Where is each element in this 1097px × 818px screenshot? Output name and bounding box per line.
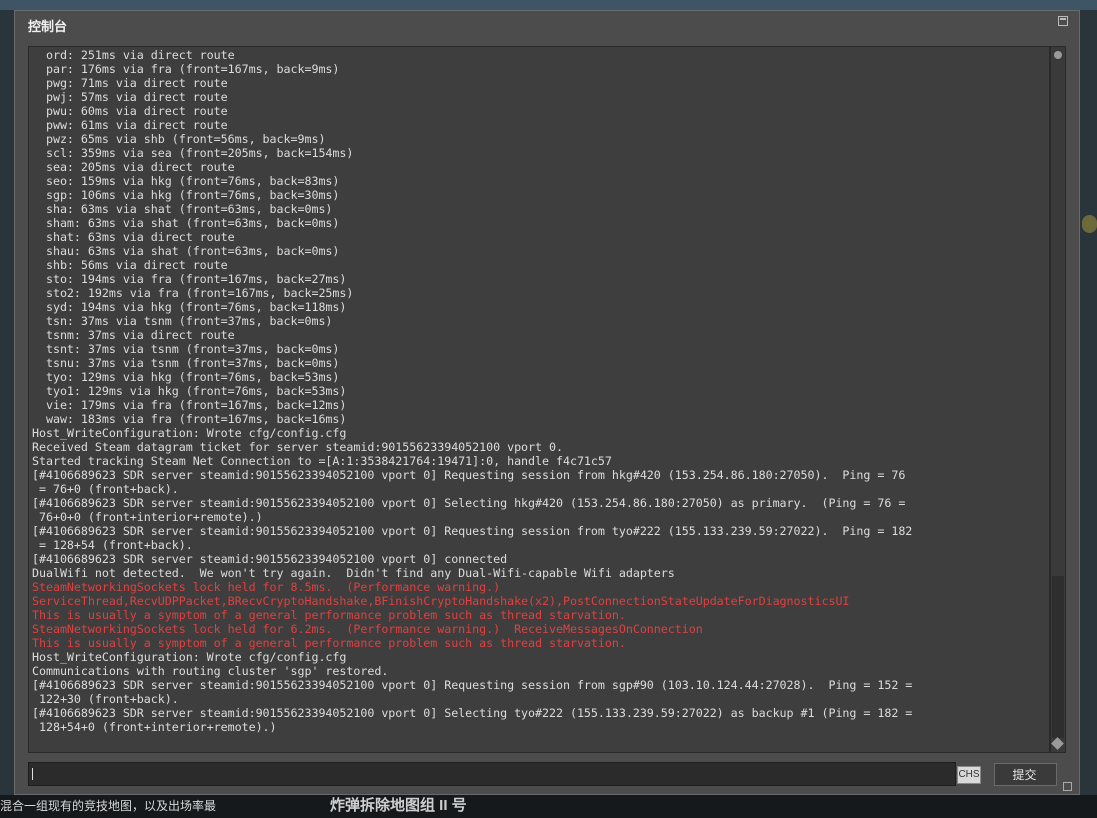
console-line: shau: 63ms via shat (front=63ms, back=0m… [32,244,340,258]
console-line: shb: 56ms via direct route [32,258,228,272]
scroll-down-icon[interactable] [1051,737,1064,750]
command-input[interactable] [28,762,956,786]
resize-grip-icon[interactable] [1063,782,1072,791]
console-line: [#4106689623 SDR server steamid:90155623… [32,468,906,482]
console-line: pwu: 60ms via direct route [32,104,228,118]
console-line-warning: SteamNetworkingSockets lock held for 6.2… [32,622,703,636]
console-line-warning: ServiceThread,RecvUDPPacket,BRecvCryptoH… [32,594,850,608]
console-line: sha: 63ms via shat (front=63ms, back=0ms… [32,202,333,216]
console-line: Communications with routing cluster 'sgp… [32,664,389,678]
console-lines: ord: 251ms via direct route par: 176ms v… [32,48,912,734]
console-line: sham: 63ms via shat (front=63ms, back=0m… [32,216,340,230]
scroll-thumb[interactable] [1052,575,1064,738]
console-line: tsnm: 37ms via direct route [32,328,235,342]
background-map-description: 混合一组现有的竞技地图，以及出场率最 [0,799,217,813]
console-line: sto2: 192ms via fra (front=167ms, back=2… [32,286,354,300]
background-top-strip [0,0,1097,10]
scroll-track[interactable] [1052,61,1064,738]
console-line: tyo1: 129ms via hkg (front=76ms, back=53… [32,384,347,398]
ime-indicator[interactable]: CHS [957,766,981,784]
console-line: syd: 194ms via hkg (front=76ms, back=118… [32,300,347,314]
console-line: Host_WriteConfiguration: Wrote cfg/confi… [32,426,347,440]
console-line: pww: 61ms via direct route [32,118,228,132]
console-line: [#4106689623 SDR server steamid:90155623… [32,524,913,538]
console-line-warning: This is usually a symptom of a general p… [32,608,626,622]
console-line: sea: 205ms via direct route [32,160,235,174]
console-line: par: 176ms via fra (front=167ms, back=9m… [32,62,340,76]
background-avatar [1082,215,1097,233]
console-line: = 76+0 (front+back). [32,482,179,496]
console-line: tyo: 129ms via hkg (front=76ms, back=53m… [32,370,340,384]
console-scrollbar[interactable] [1050,46,1066,753]
scroll-up-icon[interactable] [1054,51,1062,59]
console-line: sgp: 106ms via hkg (front=76ms, back=30m… [32,188,340,202]
text-caret [32,768,33,780]
console-line: [#4106689623 SDR server steamid:90155623… [32,706,913,720]
console-line: tsn: 37ms via tsnm (front=37ms, back=0ms… [32,314,333,328]
console-line: [#4106689623 SDR server steamid:90155623… [32,552,508,566]
console-line: [#4106689623 SDR server steamid:90155623… [32,496,906,510]
console-line: 76+0+0 (front+interior+remote).) [32,510,263,524]
console-line: shat: 63ms via direct route [32,230,235,244]
console-window: 控制台 ord: 251ms via direct route par: 176… [14,10,1080,795]
console-line: waw: 183ms via fra (front=167ms, back=16… [32,412,347,426]
console-line: scl: 359ms via sea (front=205ms, back=15… [32,146,354,160]
background-left-strip [0,10,14,795]
console-output[interactable]: ord: 251ms via direct route par: 176ms v… [28,46,1050,753]
console-line: pwj: 57ms via direct route [32,90,228,104]
console-line-warning: SteamNetworkingSockets lock held for 8.5… [32,580,501,594]
window-titlebar[interactable]: 控制台 [15,11,1079,36]
console-line: ord: 251ms via direct route [32,48,235,62]
console-line: 128+54+0 (front+interior+remote).) [32,720,277,734]
console-line: Host_WriteConfiguration: Wrote cfg/confi… [32,650,347,664]
console-line: pwz: 65ms via shb (front=56ms, back=9ms) [32,132,326,146]
maximize-icon[interactable] [1058,16,1068,26]
console-line: Started tracking Steam Net Connection to… [32,454,612,468]
console-line: sto: 194ms via fra (front=167ms, back=27… [32,272,347,286]
console-line: 122+30 (front+back). [32,692,179,706]
console-line: = 128+54 (front+back). [32,538,193,552]
console-line-warning: This is usually a symptom of a general p… [32,636,626,650]
background-right-strip [1080,10,1097,795]
console-line: DualWifi not detected. We won't try agai… [32,566,675,580]
submit-button[interactable]: 提交 [994,763,1057,786]
console-line: seo: 159ms via hkg (front=76ms, back=83m… [32,174,340,188]
console-line: [#4106689623 SDR server steamid:90155623… [32,678,913,692]
console-line: tsnt: 37ms via tsnm (front=37ms, back=0m… [32,342,340,356]
console-line: vie: 179ms via fra (front=167ms, back=12… [32,398,347,412]
console-line: Received Steam datagram ticket for serve… [32,440,563,454]
window-title: 控制台 [28,19,68,34]
console-line: pwg: 71ms via direct route [32,76,228,90]
background-map-group-title: 炸弹拆除地图组 II 号 [330,797,467,814]
console-line: tsnu: 37ms via tsnm (front=37ms, back=0m… [32,356,340,370]
